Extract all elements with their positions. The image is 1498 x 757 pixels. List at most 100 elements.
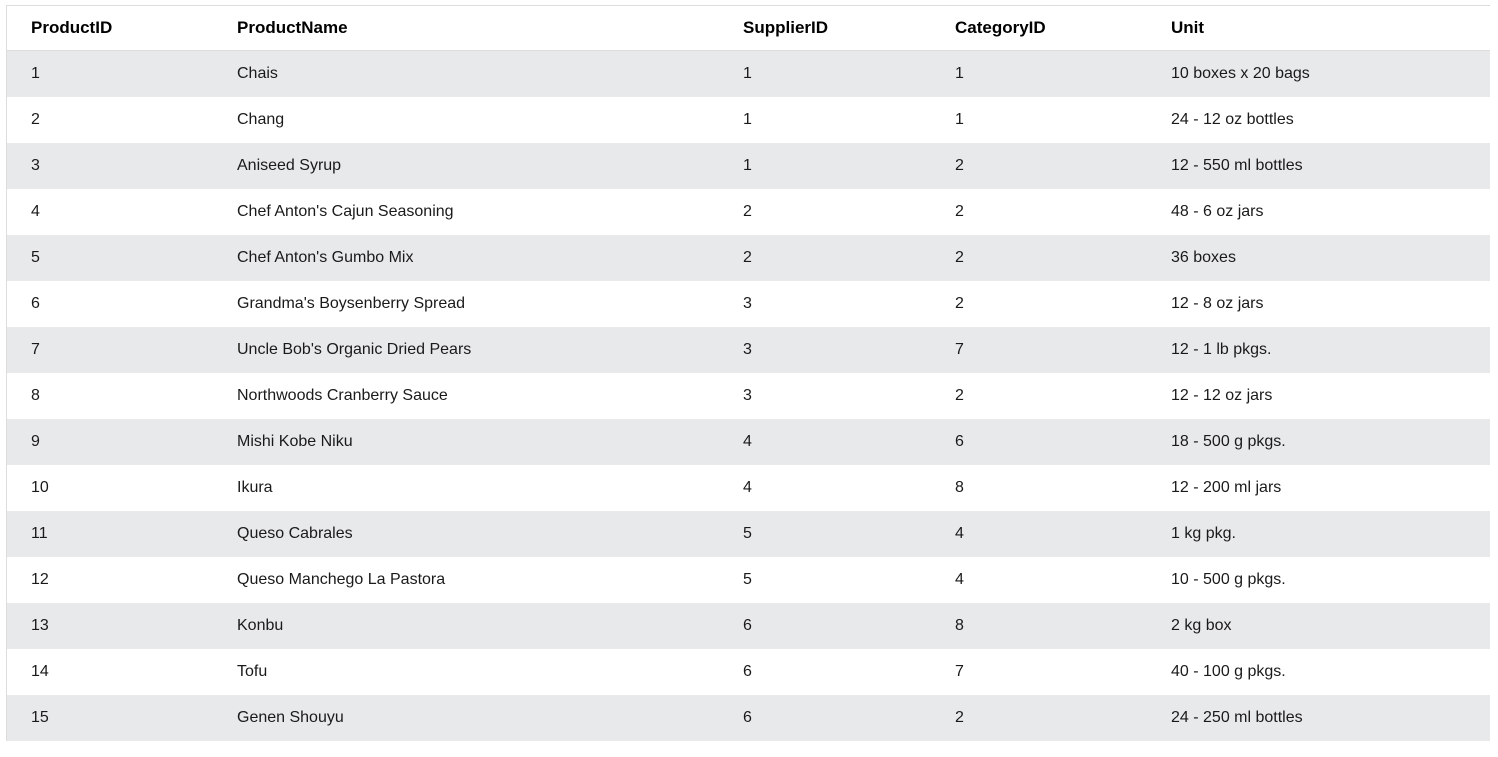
cell-productid: 14 [31,663,49,680]
cell-supplierid: 3 [743,341,752,358]
column-header-supplierid[interactable]: SupplierID [719,5,931,51]
products-table: ProductID ProductName SupplierID Categor… [6,5,1490,741]
cell-categoryid: 2 [955,387,964,404]
cell-categoryid: 2 [955,295,964,312]
table-row[interactable]: 13 Konbu 6 8 2 kg box 6 [6,603,1490,649]
cell-price: 23.25 [1481,649,1490,695]
column-header-productid[interactable]: ProductID [6,5,213,51]
cell-productname: Northwoods Cranberry Sauce [237,387,448,404]
cell-productname: Chef Anton's Cajun Seasoning [237,203,454,220]
table-row[interactable]: 6 Grandma's Boysenberry Spread 3 2 12 - 8 oz… [6,281,1490,327]
cell-unit: 10 - 500 g pkgs. [1171,571,1286,588]
cell-productid: 3 [31,157,40,174]
cell-categoryid: 1 [955,111,964,128]
page-root: ProductID ProductName SupplierID Categor… [0,0,1498,757]
cell-supplierid: 6 [743,617,752,634]
cell-price: 15.5 [1481,695,1490,741]
cell-price: 21.35 [1481,235,1490,281]
table-row[interactable]: 12 Queso Manchego La Pastora 5 4 10 - 500 g … [6,557,1490,603]
column-header-categoryid[interactable]: CategoryID [931,5,1147,51]
table-row[interactable]: 4 Chef Anton's Cajun Seasoning 2 2 48 - 6 oz… [6,189,1490,235]
cell-unit: 12 - 1 lb pkgs. [1171,341,1272,358]
cell-price: 38 [1481,557,1490,603]
cell-productid: 2 [31,111,40,128]
cell-categoryid: 7 [955,341,964,358]
cell-supplierid: 1 [743,157,752,174]
cell-categoryid: 4 [955,525,964,542]
cell-productname: Konbu [237,617,284,634]
table-row[interactable]: 7 Uncle Bob's Organic Dried Pears 3 7 12 - 1… [6,327,1490,373]
table-row[interactable]: 10 Ikura 4 8 12 - 200 ml jars 31 [6,465,1490,511]
cell-unit: 12 - 8 oz jars [1171,295,1264,312]
cell-productid: 1 [31,65,40,82]
cell-productname: Chef Anton's Gumbo Mix [237,249,414,266]
cell-productname: Grandma's Boysenberry Spread [237,295,466,312]
cell-price: 21 [1481,511,1490,557]
cell-supplierid: 2 [743,203,752,220]
table-row[interactable]: 3 Aniseed Syrup 1 2 12 - 550 ml bottles 10 [6,143,1490,189]
cell-supplierid: 4 [743,479,752,496]
cell-supplierid: 3 [743,295,752,312]
cell-categoryid: 6 [955,433,964,450]
cell-categoryid: 2 [955,709,964,726]
cell-supplierid: 6 [743,709,752,726]
cell-unit: 12 - 12 oz jars [1171,387,1273,404]
cell-categoryid: 2 [955,249,964,266]
products-table-container: ProductID ProductName SupplierID Categor… [6,5,1490,741]
cell-productname: Uncle Bob's Organic Dried Pears [237,341,472,358]
cell-price: 10 [1481,143,1490,189]
cell-supplierid: 3 [743,387,752,404]
cell-unit: 10 boxes x 20 bags [1171,65,1310,82]
cell-price: 18 [1481,51,1490,98]
table-row[interactable]: 15 Genen Shouyu 6 2 24 - 250 ml bottles 15.5 [6,695,1490,741]
cell-categoryid: 1 [955,65,964,82]
table-header: ProductID ProductName SupplierID Categor… [6,5,1490,51]
table-row[interactable]: 1 Chais 1 1 10 boxes x 20 bags 18 [6,50,1490,98]
table-row[interactable]: 2 Chang 1 1 24 - 12 oz bottles 19 [6,97,1490,143]
cell-productid: 12 [31,571,49,588]
cell-unit: 12 - 550 ml bottles [1171,157,1303,174]
table-row[interactable]: 9 Mishi Kobe Niku 4 6 18 - 500 g pkgs. 97 [6,419,1490,465]
cell-unit: 24 - 250 ml bottles [1171,709,1303,726]
cell-productname: Ikura [237,479,273,496]
cell-price: 22 [1481,189,1490,235]
cell-categoryid: 8 [955,617,964,634]
cell-supplierid: 5 [743,571,752,588]
cell-supplierid: 1 [743,65,752,82]
column-header-price[interactable]: Price [1481,5,1490,51]
cell-productid: 11 [31,525,48,542]
cell-productname: Genen Shouyu [237,709,344,726]
cell-productid: 7 [31,341,40,358]
cell-categoryid: 2 [955,203,964,220]
cell-productid: 8 [31,387,40,404]
table-row[interactable]: 5 Chef Anton's Gumbo Mix 2 2 36 boxes 21.35 [6,235,1490,281]
cell-unit: 12 - 200 ml jars [1171,479,1282,496]
cell-supplierid: 2 [743,249,752,266]
cell-productid: 5 [31,249,40,266]
cell-unit: 1 kg pkg. [1171,525,1236,542]
column-header-productname[interactable]: ProductName [213,5,719,51]
table-row[interactable]: 11 Queso Cabrales 5 4 1 kg pkg. 21 [6,511,1490,557]
cell-price: 30 [1481,327,1490,373]
cell-price: 6 [1481,603,1490,649]
cell-productname: Aniseed Syrup [237,157,342,174]
cell-unit: 2 kg box [1171,617,1232,634]
cell-productname: Chais [237,65,278,82]
cell-productid: 13 [31,617,49,634]
cell-supplierid: 5 [743,525,752,542]
table-row[interactable]: 14 Tofu 6 7 40 - 100 g pkgs. 23.25 [6,649,1490,695]
table-row[interactable]: 8 Northwoods Cranberry Sauce 3 2 12 - 12 oz … [6,373,1490,419]
cell-categoryid: 2 [955,157,964,174]
cell-productid: 10 [31,479,49,496]
table-header-row: ProductID ProductName SupplierID Categor… [6,5,1490,51]
column-header-unit[interactable]: Unit [1147,5,1481,51]
cell-productid: 9 [31,433,40,450]
cell-productname: Chang [237,111,285,128]
cell-supplierid: 4 [743,433,752,450]
cell-categoryid: 7 [955,663,964,680]
cell-productname: Mishi Kobe Niku [237,433,353,450]
cell-price: 97 [1481,419,1490,465]
cell-supplierid: 1 [743,111,752,128]
cell-unit: 36 boxes [1171,249,1236,266]
cell-unit: 48 - 6 oz jars [1171,203,1264,220]
